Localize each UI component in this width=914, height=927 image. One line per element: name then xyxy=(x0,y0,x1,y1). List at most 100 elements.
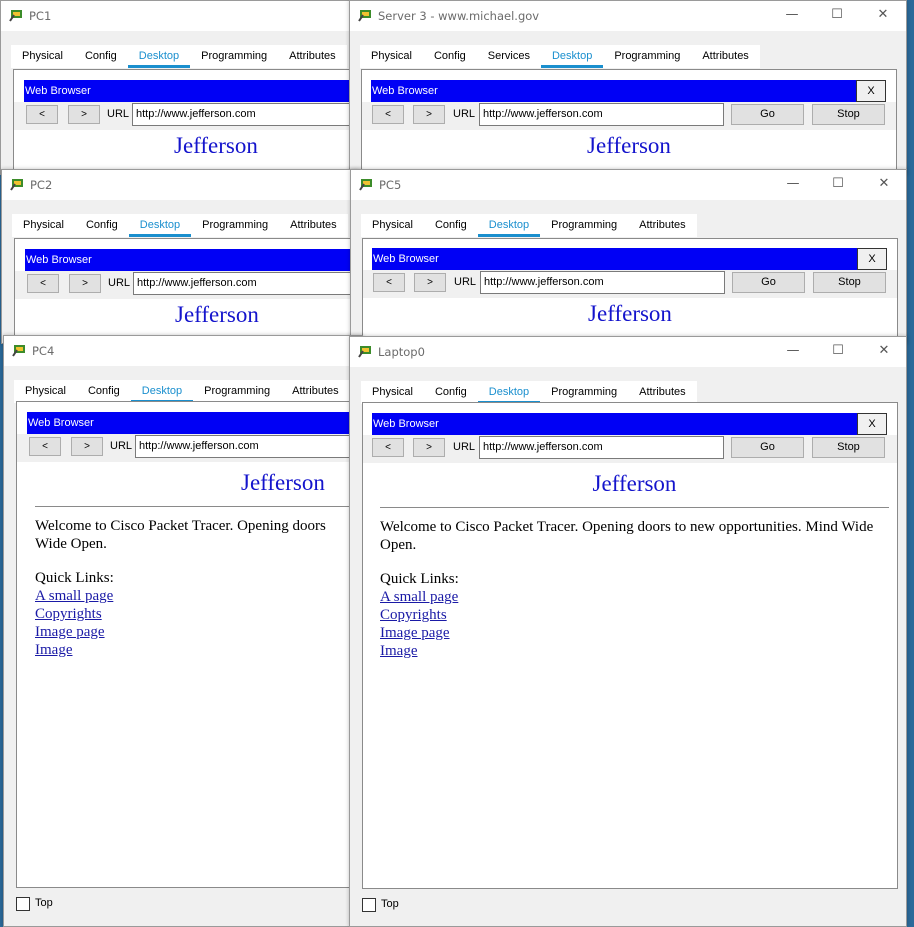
tab-desktop[interactable]: Desktop xyxy=(477,214,541,237)
tab-programming[interactable]: Programming xyxy=(540,214,628,237)
link-copyrights[interactable]: Copyrights xyxy=(380,606,889,624)
forward-button[interactable]: > xyxy=(71,437,103,456)
maximize-button[interactable]: ☐ xyxy=(818,341,858,363)
url-input[interactable]: http://www.jefferson.com xyxy=(133,272,360,295)
tab-desktop[interactable]: Desktop xyxy=(540,45,604,68)
browser-close-button[interactable]: X xyxy=(856,80,886,102)
page-divider xyxy=(35,506,362,507)
link-small-page[interactable]: A small page xyxy=(35,587,362,605)
stop-button[interactable]: Stop xyxy=(812,437,885,458)
title-bar[interactable]: Laptop0 — ☐ ✕ xyxy=(350,337,906,367)
close-button[interactable]: ✕ xyxy=(864,174,904,196)
url-input[interactable]: http://www.jefferson.com xyxy=(132,103,359,126)
back-button[interactable]: < xyxy=(26,105,58,124)
tab-config[interactable]: Config xyxy=(77,380,131,403)
title-bar[interactable]: PC1 xyxy=(1,1,359,31)
forward-button[interactable]: > xyxy=(413,438,445,457)
back-button[interactable]: < xyxy=(372,105,404,124)
go-button[interactable]: Go xyxy=(731,437,804,458)
tab-physical[interactable]: Physical xyxy=(12,214,75,237)
minimize-button[interactable]: — xyxy=(773,174,813,196)
tab-bar: Physical Config Desktop Programming Attr… xyxy=(361,381,697,404)
minimize-button[interactable]: — xyxy=(773,341,813,363)
window-title: PC2 xyxy=(30,178,53,192)
tab-physical[interactable]: Physical xyxy=(361,214,424,237)
tab-config[interactable]: Config xyxy=(74,45,128,68)
minimize-button[interactable]: — xyxy=(772,5,812,27)
tab-desktop[interactable]: Desktop xyxy=(128,214,192,237)
tab-programming[interactable]: Programming xyxy=(540,381,628,404)
tab-config[interactable]: Config xyxy=(424,214,478,237)
link-copyrights[interactable]: Copyrights xyxy=(35,605,362,623)
link-small-page[interactable]: A small page xyxy=(380,588,889,606)
top-checkbox[interactable] xyxy=(362,898,376,912)
window-laptop0[interactable]: Laptop0 — ☐ ✕ Physical Config Desktop Pr… xyxy=(349,336,907,927)
tab-bar: Physical Config Desktop Programming Attr… xyxy=(11,45,347,68)
forward-button[interactable]: > xyxy=(413,105,445,124)
tab-programming[interactable]: Programming xyxy=(603,45,691,68)
top-checkbox[interactable] xyxy=(16,897,30,911)
tab-physical[interactable]: Physical xyxy=(360,45,423,68)
browser-close-button[interactable]: X xyxy=(857,248,887,270)
browser-toolbar: < > URL http://www.jefferson.com xyxy=(14,102,359,130)
url-input[interactable]: http://www.jefferson.com xyxy=(135,435,362,458)
welcome-line-2: Wide Open. xyxy=(35,536,107,552)
tab-desktop[interactable]: Desktop xyxy=(477,381,541,404)
maximize-button[interactable]: ☐ xyxy=(818,174,858,196)
back-button[interactable]: < xyxy=(372,438,404,457)
title-bar[interactable]: PC2 xyxy=(2,170,360,200)
tab-config[interactable]: Config xyxy=(423,45,477,68)
maximize-button[interactable]: ☐ xyxy=(817,5,857,27)
tab-services[interactable]: Services xyxy=(477,45,541,68)
link-image-page[interactable]: Image page xyxy=(35,623,362,641)
tab-programming[interactable]: Programming xyxy=(193,380,281,403)
stop-button[interactable]: Stop xyxy=(813,272,886,293)
link-image[interactable]: Image xyxy=(380,642,889,660)
tab-desktop[interactable]: Desktop xyxy=(130,380,194,403)
tab-physical[interactable]: Physical xyxy=(361,381,424,404)
tab-config[interactable]: Config xyxy=(424,381,478,404)
quick-links-label: Quick Links: xyxy=(380,571,459,587)
url-input[interactable]: http://www.jefferson.com xyxy=(480,271,725,294)
tab-physical[interactable]: Physical xyxy=(14,380,77,403)
url-input[interactable]: http://www.jefferson.com xyxy=(479,436,724,459)
tab-attributes[interactable]: Attributes xyxy=(628,214,696,237)
browser-close-button[interactable]: X xyxy=(857,413,887,435)
tab-attributes[interactable]: Attributes xyxy=(278,45,346,68)
stop-button[interactable]: Stop xyxy=(812,104,885,125)
forward-button[interactable]: > xyxy=(69,274,101,293)
tab-attributes[interactable]: Attributes xyxy=(279,214,347,237)
go-button[interactable]: Go xyxy=(732,272,805,293)
browser-toolbar: < > URL http://www.jefferson.com Go Stop xyxy=(363,270,897,298)
tab-attributes[interactable]: Attributes xyxy=(281,380,349,403)
forward-button[interactable]: > xyxy=(68,105,100,124)
go-button[interactable]: Go xyxy=(731,104,804,125)
back-button[interactable]: < xyxy=(27,274,59,293)
tab-attributes[interactable]: Attributes xyxy=(628,381,696,404)
link-image[interactable]: Image xyxy=(35,641,362,659)
window-pc2[interactable]: PC2 Physical Config Desktop Programming … xyxy=(1,169,361,344)
tab-programming[interactable]: Programming xyxy=(191,214,279,237)
tab-desktop[interactable]: Desktop xyxy=(127,45,191,68)
title-bar[interactable]: Server 3 - www.michael.gov — ☐ ✕ xyxy=(350,1,906,31)
tab-programming[interactable]: Programming xyxy=(190,45,278,68)
tab-physical[interactable]: Physical xyxy=(11,45,74,68)
close-button[interactable]: ✕ xyxy=(864,341,904,363)
title-bar[interactable]: PC4 xyxy=(4,336,362,366)
tab-attributes[interactable]: Attributes xyxy=(691,45,759,68)
tab-config[interactable]: Config xyxy=(75,214,129,237)
back-button[interactable]: < xyxy=(373,273,405,292)
title-bar[interactable]: PC5 — ☐ ✕ xyxy=(351,170,906,200)
link-image-page[interactable]: Image page xyxy=(380,624,889,642)
window-title: PC1 xyxy=(29,9,52,23)
back-button[interactable]: < xyxy=(29,437,61,456)
packet-tracer-icon xyxy=(12,345,25,357)
window-pc1[interactable]: PC1 Physical Config Desktop Programming … xyxy=(0,0,360,175)
close-button[interactable]: ✕ xyxy=(863,5,903,27)
window-pc5[interactable]: PC5 — ☐ ✕ Physical Config Desktop Progra… xyxy=(350,169,907,344)
forward-button[interactable]: > xyxy=(414,273,446,292)
window-pc4[interactable]: PC4 Physical Config Desktop Programming … xyxy=(3,335,363,927)
browser-title-bar: Web Browser X xyxy=(372,248,887,270)
window-server3[interactable]: Server 3 - www.michael.gov — ☐ ✕ Physica… xyxy=(349,0,907,175)
url-input[interactable]: http://www.jefferson.com xyxy=(479,103,724,126)
